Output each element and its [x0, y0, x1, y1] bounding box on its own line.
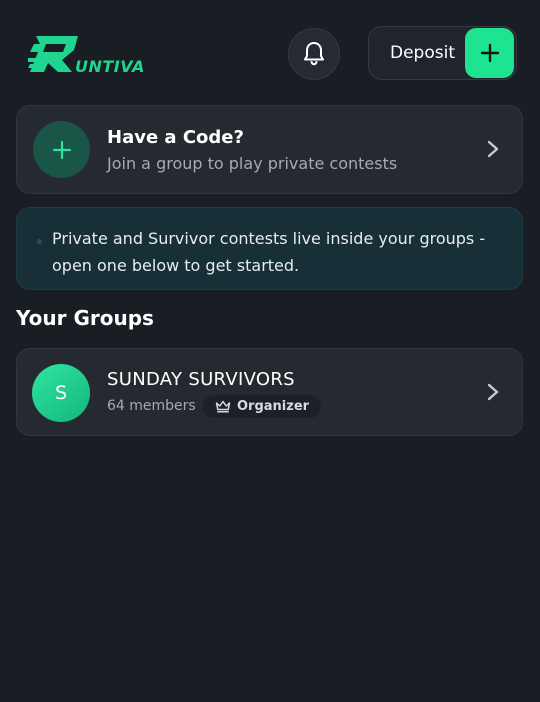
info-banner-text: Private and Survivor contests live insid…: [52, 229, 486, 275]
your-groups-heading: Your Groups: [16, 306, 154, 330]
role-badge: Organizer: [203, 395, 322, 418]
have-a-code-card[interactable]: Have a Code? Join a group to play privat…: [16, 105, 523, 194]
code-card-subtitle: Join a group to play private contests: [107, 154, 398, 173]
info-bullet: [37, 239, 42, 244]
group-member-count: 64 members: [107, 398, 196, 414]
deposit-button[interactable]: Deposit: [368, 26, 517, 80]
bell-icon: [304, 42, 324, 66]
deposit-plus-button[interactable]: [465, 28, 514, 78]
logo-text: UNTIVA: [75, 57, 145, 76]
notifications-button[interactable]: [288, 28, 340, 80]
code-card-title: Have a Code?: [107, 127, 244, 148]
chevron-right-icon: [487, 383, 499, 401]
plus-icon: [52, 140, 71, 159]
app-screen: UNTIVA Deposit Have a Code? Join a group…: [0, 0, 540, 702]
plus-icon: [480, 43, 499, 63]
deposit-label: Deposit: [390, 43, 455, 63]
role-label: Organizer: [237, 399, 310, 414]
group-card[interactable]: S SUNDAY SURVIVORS 64 members Organizer: [16, 348, 523, 436]
add-code-button[interactable]: [33, 121, 90, 178]
logo: UNTIVA: [28, 36, 148, 78]
group-name: SUNDAY SURVIVORS: [107, 369, 295, 390]
chevron-right-icon: [487, 140, 499, 158]
group-avatar: S: [32, 364, 90, 422]
info-banner: Private and Survivor contests live insid…: [16, 207, 523, 290]
crown-icon: [215, 400, 231, 413]
header: UNTIVA Deposit: [0, 0, 540, 104]
